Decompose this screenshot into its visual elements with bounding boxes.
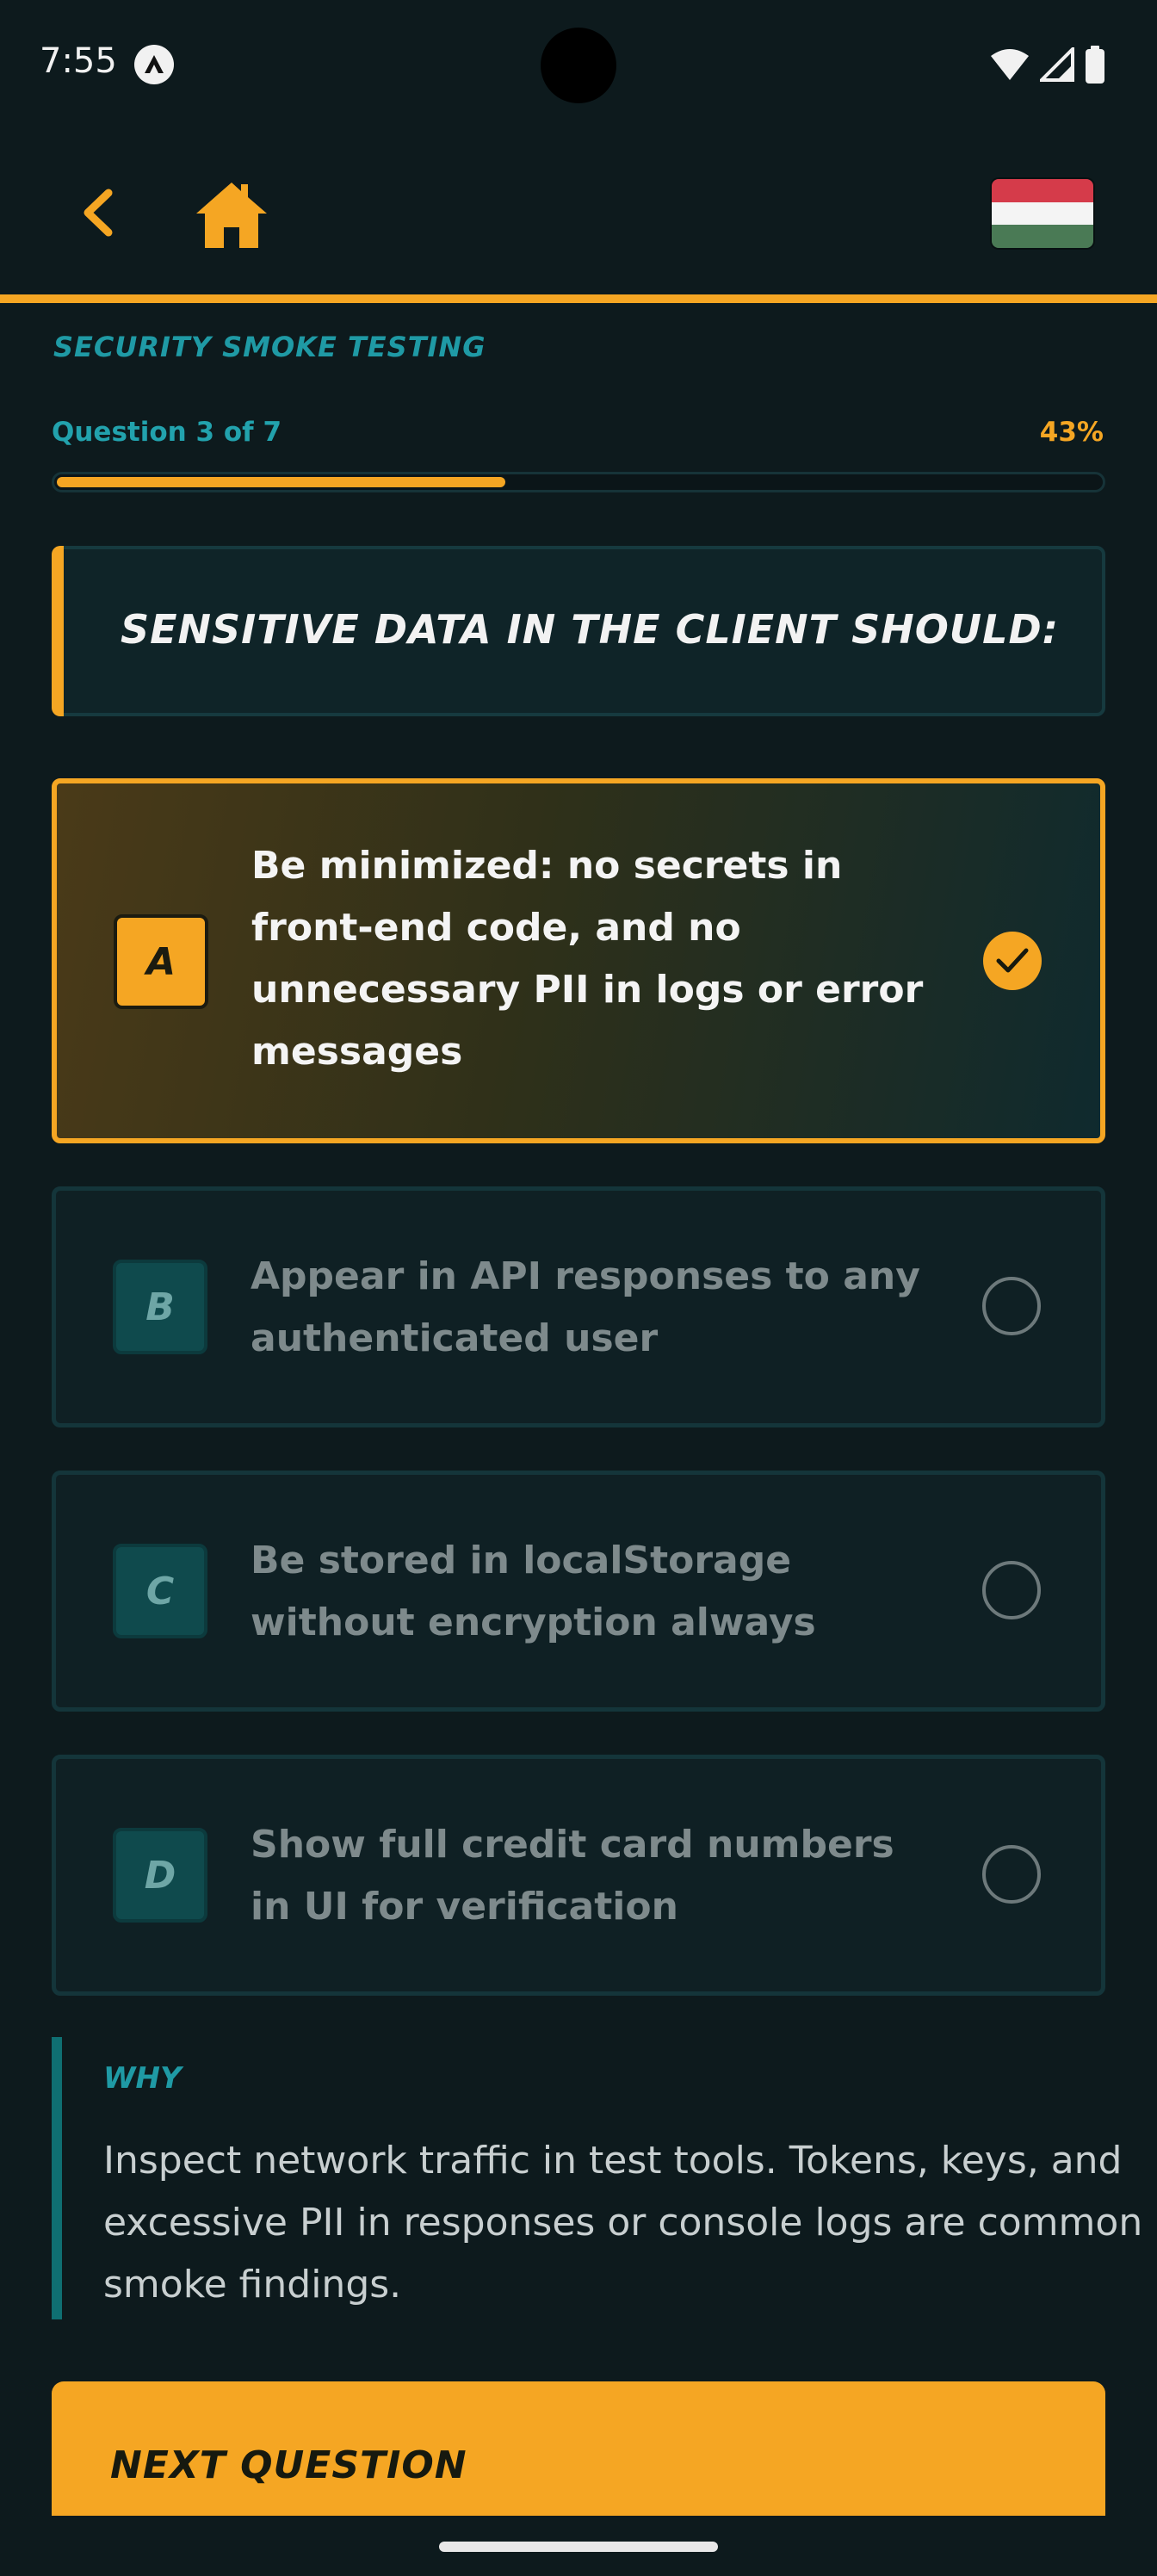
question-card: SENSITIVE DATA IN THE CLIENT SHOULD: xyxy=(52,546,1105,716)
option-letter-badge: A xyxy=(114,914,208,1009)
answer-option-a[interactable]: A Be minimized: no secrets in front-end … xyxy=(52,778,1105,1143)
gesture-nav-handle[interactable] xyxy=(439,2542,718,2552)
quiz-screen: 7:55 SECURITY SMOKE TESTING Question 3 o… xyxy=(0,0,1157,2576)
wifi-icon xyxy=(991,49,1029,80)
option-text: Be stored in localStorage without encryp… xyxy=(251,1539,816,1644)
answer-option-b[interactable]: B Appear in API responses to any authent… xyxy=(52,1186,1105,1427)
language-flag-button[interactable] xyxy=(992,179,1093,248)
answer-option-c[interactable]: C Be stored in localStorage without encr… xyxy=(52,1471,1105,1712)
option-radio xyxy=(982,1277,1041,1335)
section-title: SECURITY SMOKE TESTING xyxy=(53,331,486,363)
status-time: 7:55 xyxy=(40,41,117,81)
option-text: Appear in API responses to any authentic… xyxy=(251,1254,920,1360)
option-text: Show full credit card numbers in UI for … xyxy=(251,1823,894,1929)
explanation-title: WHY xyxy=(103,2061,182,2096)
battery-icon xyxy=(1086,46,1104,84)
next-question-label: NEXT QUESTION xyxy=(110,2443,467,2487)
question-text: SENSITIVE DATA IN THE CLIENT SHOULD: xyxy=(121,606,1060,653)
option-letter-badge: D xyxy=(113,1828,207,1923)
progress-label: Question 3 of 7 xyxy=(52,417,282,448)
back-button[interactable] xyxy=(69,183,129,243)
check-icon xyxy=(996,948,1029,973)
home-icon xyxy=(196,183,267,248)
option-letter-badge: C xyxy=(113,1544,207,1638)
explanation-accent-bar xyxy=(52,2037,62,2319)
option-radio-selected xyxy=(983,932,1042,990)
progress-bar xyxy=(52,472,1105,492)
camera-cutout xyxy=(541,28,616,103)
answer-option-d[interactable]: D Show full credit card numbers in UI fo… xyxy=(52,1755,1105,1996)
header-divider xyxy=(0,294,1157,303)
top-app-bar xyxy=(0,129,1157,294)
option-letter-badge: B xyxy=(113,1260,207,1354)
option-text: Be minimized: no secrets in front-end co… xyxy=(251,844,924,1074)
progress-percent: 43% xyxy=(1039,417,1104,448)
app-notification-icon xyxy=(134,45,174,84)
option-radio xyxy=(982,1845,1041,1904)
chevron-left-icon xyxy=(84,189,113,237)
question-accent-bar xyxy=(52,546,64,716)
status-icons xyxy=(990,45,1105,84)
status-bar: 7:55 xyxy=(0,0,1157,129)
option-radio xyxy=(982,1561,1041,1619)
next-question-button[interactable]: NEXT QUESTION xyxy=(52,2381,1105,2516)
progress-bar-fill xyxy=(57,477,505,487)
home-button[interactable] xyxy=(195,177,269,251)
signal-icon xyxy=(1040,47,1074,82)
explanation-block: WHY Inspect network traffic in test tool… xyxy=(52,2037,1142,2319)
hungary-flag-icon xyxy=(992,179,1093,202)
explanation-text: Inspect network traffic in test tools. T… xyxy=(103,2139,1143,2307)
